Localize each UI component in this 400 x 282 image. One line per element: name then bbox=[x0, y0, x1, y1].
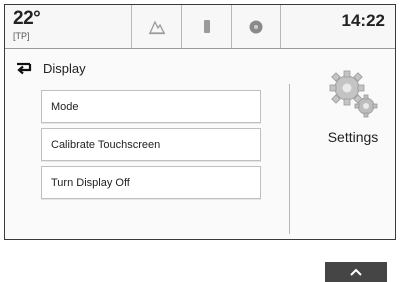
menu-item-label: Mode bbox=[51, 100, 79, 113]
onstar-icon bbox=[249, 20, 263, 33]
settings-button[interactable]: Settings bbox=[313, 68, 393, 145]
tab-navigation[interactable] bbox=[131, 5, 181, 48]
chevron-up-icon bbox=[350, 268, 362, 276]
temperature-display: 22° [TP] bbox=[13, 8, 41, 42]
menu-item-calibrate-touchscreen[interactable]: Calibrate Touchscreen bbox=[41, 128, 261, 161]
phone-icon bbox=[203, 19, 210, 33]
settings-label: Settings bbox=[327, 129, 379, 145]
menu-item-turn-display-off[interactable]: Turn Display Off bbox=[41, 166, 261, 199]
tab-phone[interactable] bbox=[181, 5, 231, 48]
temperature-value: 22° bbox=[13, 8, 41, 29]
page-title: Display bbox=[43, 60, 86, 76]
vertical-divider bbox=[289, 84, 290, 234]
menu-item-label: Turn Display Off bbox=[51, 176, 130, 189]
clock: 14:22 bbox=[341, 11, 385, 30]
gears-icon bbox=[329, 70, 378, 118]
scroll-up-button[interactable] bbox=[325, 262, 387, 282]
tab-onstar[interactable] bbox=[231, 5, 281, 48]
menu-item-label: Calibrate Touchscreen bbox=[51, 138, 161, 151]
display-settings-screen: Display Mode Calibrate Touchscreen Turn … bbox=[5, 50, 395, 282]
navigation-icon bbox=[148, 19, 165, 34]
back-arrow-icon[interactable] bbox=[15, 60, 35, 76]
temperature-label: [TP] bbox=[13, 31, 30, 41]
status-bar: 22° [TP] 14:22 bbox=[5, 5, 395, 49]
header-row: Display bbox=[15, 60, 86, 76]
screen-frame: 22° [TP] 14:22 Display Mode Calibrate To… bbox=[4, 4, 396, 282]
menu-item-mode[interactable]: Mode bbox=[41, 90, 261, 123]
